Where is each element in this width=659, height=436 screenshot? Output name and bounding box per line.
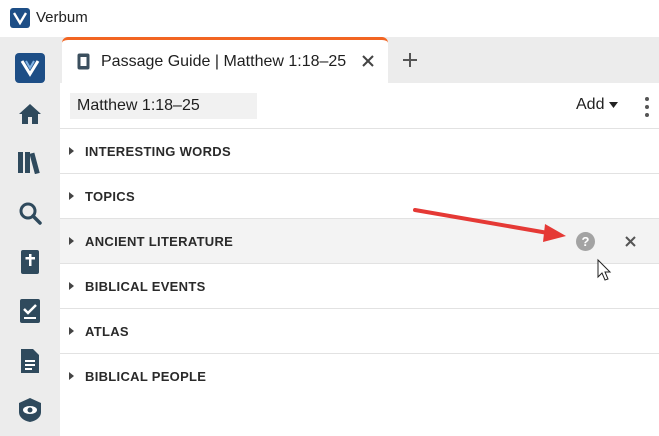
home-icon[interactable] xyxy=(15,99,45,129)
more-options-icon[interactable] xyxy=(642,95,652,119)
new-tab-button[interactable] xyxy=(398,48,422,72)
library-icon[interactable] xyxy=(15,147,45,177)
expand-caret-icon[interactable] xyxy=(69,237,74,245)
expand-caret-icon[interactable] xyxy=(69,192,74,200)
section-topics[interactable]: TOPICS xyxy=(60,173,659,218)
section-biblical-events[interactable]: BIBLICAL EVENTS xyxy=(60,263,659,308)
section-interesting-words[interactable]: INTERESTING WORDS xyxy=(60,128,659,173)
tab-strip: Passage Guide | Matthew 1:18–25 xyxy=(60,37,659,83)
expand-caret-icon[interactable] xyxy=(69,282,74,290)
section-list: INTERESTING WORDS TOPICS ANCIENT LITERAT… xyxy=(60,128,659,398)
section-label: BIBLICAL PEOPLE xyxy=(85,368,207,384)
expand-caret-icon[interactable] xyxy=(69,147,74,155)
verbum-logo-icon[interactable] xyxy=(15,53,45,83)
checklist-icon[interactable] xyxy=(15,296,45,326)
eye-icon[interactable] xyxy=(15,395,45,425)
bible-icon[interactable] xyxy=(15,247,45,277)
section-ancient-literature[interactable]: ANCIENT LITERATURE ? xyxy=(60,218,659,263)
section-label: INTERESTING WORDS xyxy=(85,143,231,159)
left-nav-rail xyxy=(0,37,60,436)
chevron-down-icon xyxy=(609,102,619,108)
add-button[interactable]: Add xyxy=(576,96,619,114)
app-title: Verbum xyxy=(36,9,88,26)
section-atlas[interactable]: ATLAS xyxy=(60,308,659,353)
passage-guide-icon xyxy=(77,53,90,75)
document-icon[interactable] xyxy=(15,346,45,376)
expand-caret-icon[interactable] xyxy=(69,327,74,335)
remove-section-icon[interactable] xyxy=(622,233,638,249)
help-icon[interactable]: ? xyxy=(576,232,595,251)
close-tab-icon[interactable] xyxy=(358,51,378,71)
tab-label: Passage Guide | Matthew 1:18–25 xyxy=(101,53,347,70)
verbum-app-icon xyxy=(10,8,30,28)
passage-guide-panel: Add INTERESTING WORDS TOPICS ANCIENT LIT… xyxy=(60,83,659,436)
add-button-label: Add xyxy=(576,96,605,113)
tab-passage-guide[interactable]: Passage Guide | Matthew 1:18–25 xyxy=(62,37,388,83)
section-label: ANCIENT LITERATURE xyxy=(85,233,234,249)
section-biblical-people[interactable]: BIBLICAL PEOPLE xyxy=(60,353,659,398)
section-label: ATLAS xyxy=(85,323,129,339)
expand-caret-icon[interactable] xyxy=(69,372,74,380)
section-label: BIBLICAL EVENTS xyxy=(85,278,206,294)
section-label: TOPICS xyxy=(85,188,135,204)
search-icon[interactable] xyxy=(15,198,45,228)
title-bar: Verbum xyxy=(0,0,659,37)
reference-input[interactable] xyxy=(70,93,257,119)
